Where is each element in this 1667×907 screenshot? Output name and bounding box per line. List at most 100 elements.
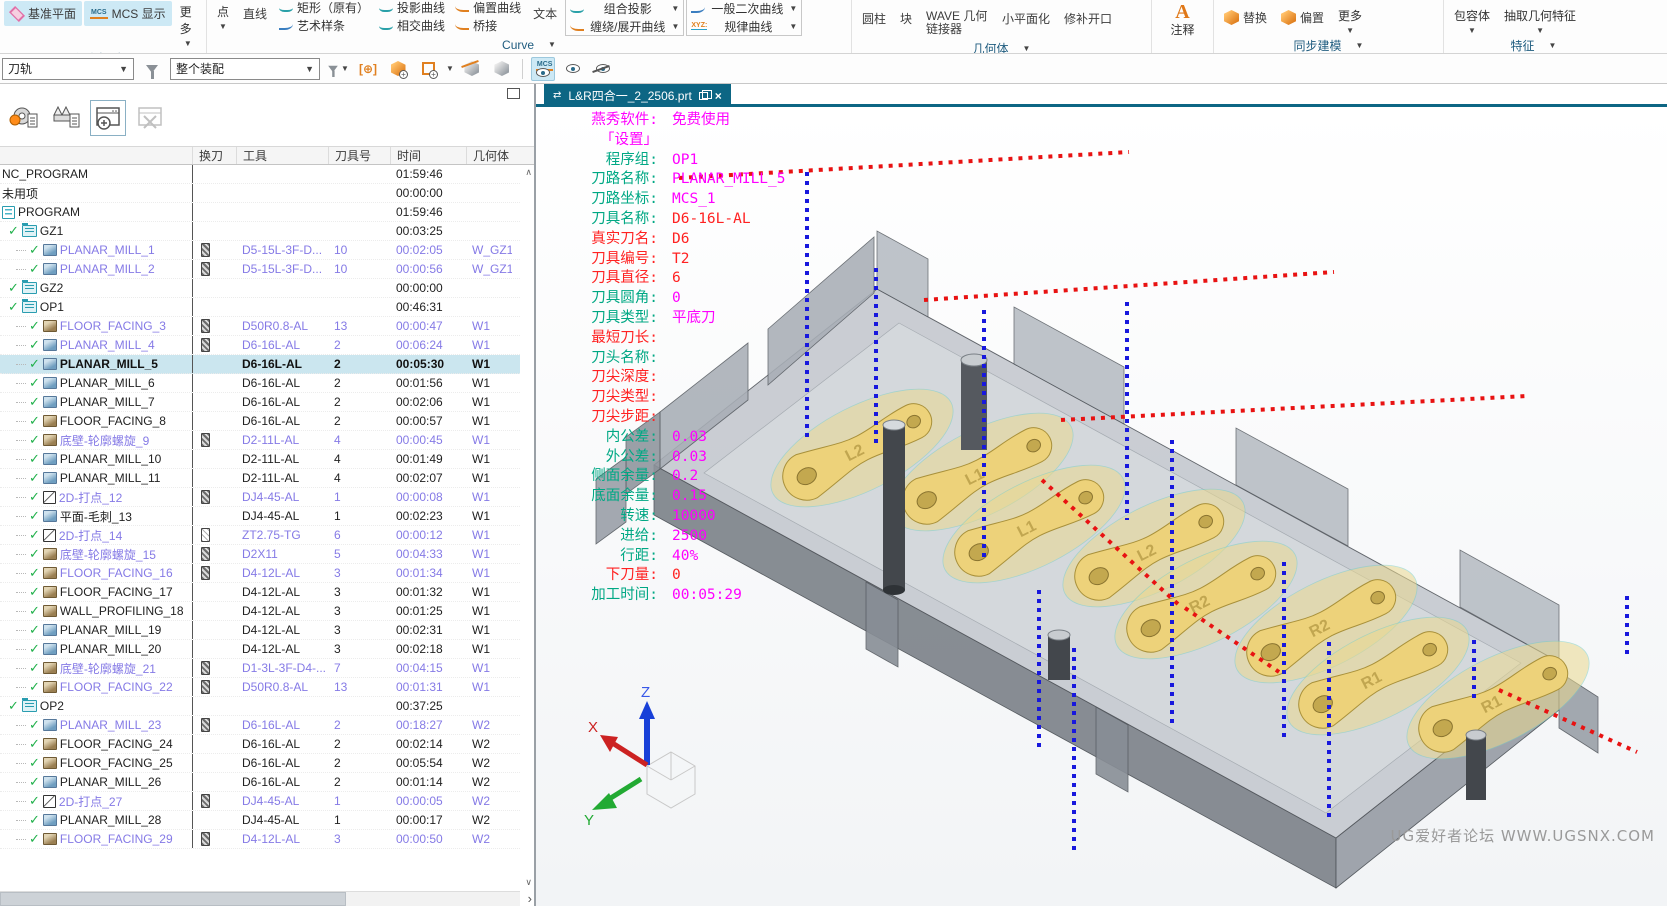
law-curve-button[interactable]: XYZ: 规律曲线 ▼: [687, 17, 801, 35]
row-name-cell[interactable]: ✓2D-打点_14: [0, 526, 192, 544]
conic-button[interactable]: 一般二次曲线 ▼: [687, 0, 801, 17]
extract-geometry-button[interactable]: 抽取几何特征 ▼: [1498, 5, 1582, 37]
row-name-cell[interactable]: ✓PLANAR_MILL_20: [0, 640, 192, 658]
table-row[interactable]: 未用项00:00:00: [0, 184, 520, 203]
geometry-view-button[interactable]: [48, 100, 84, 136]
row-name-cell[interactable]: ✓底壁-轮廓螺旋_15: [0, 545, 192, 563]
row-name-cell[interactable]: ✓PLANAR_MILL_23: [0, 716, 192, 734]
facet-button[interactable]: 小平面化: [996, 6, 1056, 31]
project-curve-button[interactable]: 投影曲线: [375, 0, 449, 16]
table-row[interactable]: ✓PLANAR_MILL_26D6-16L-AL200:01:14W2: [0, 773, 520, 792]
art-spline-button[interactable]: 艺术样条: [275, 16, 373, 34]
chevron-down-icon[interactable]: ▼: [446, 64, 454, 73]
fit-view-button[interactable]: [⊕]: [356, 57, 380, 81]
filter-reset-button[interactable]: [140, 57, 164, 81]
hide-toolpath-button[interactable]: [591, 57, 615, 81]
row-name-cell[interactable]: ✓OP2: [0, 697, 192, 715]
table-row[interactable]: ✓PLANAR_MILL_2D5-15L-3F-D...1000:00:56W_…: [0, 260, 520, 279]
row-name-cell[interactable]: ✓GZ1: [0, 222, 192, 240]
patch-opening-button[interactable]: 修补开口: [1058, 6, 1118, 31]
float-panel-button[interactable]: [507, 88, 520, 99]
annotation-button[interactable]: A 注释: [1164, 1, 1200, 40]
row-name-cell[interactable]: PROGRAM: [0, 203, 192, 221]
table-row[interactable]: ✓PLANAR_MILL_11D2-11L-AL400:02:07W1: [0, 469, 520, 488]
close-icon[interactable]: ×: [715, 91, 722, 101]
row-name-cell[interactable]: ✓平面-毛刺_13: [0, 507, 192, 525]
offset-region-button[interactable]: 偏置: [1275, 5, 1330, 30]
horizontal-scrollbar[interactable]: [0, 891, 520, 906]
intersect-curve-button[interactable]: 相交曲线: [375, 16, 449, 34]
table-row[interactable]: ✓OP200:37:25: [0, 697, 520, 716]
cylinder-button[interactable]: 圆柱: [856, 6, 892, 31]
bounding-body-button[interactable]: 包容体 ▼: [1448, 5, 1496, 37]
bridge-curve-button[interactable]: 桥接: [451, 16, 525, 34]
row-name-cell[interactable]: ✓FLOOR_FACING_16: [0, 564, 192, 582]
row-name-cell[interactable]: ✓PLANAR_MILL_10: [0, 450, 192, 468]
block-button[interactable]: 块: [894, 6, 918, 31]
wrap-curve-button[interactable]: 缠绕/展开曲线 ▼: [566, 17, 683, 35]
combined-projection-button[interactable]: 组合投影 ▼: [566, 0, 683, 17]
table-row[interactable]: ✓FLOOR_FACING_3D50R0.8-AL1300:00:47W1: [0, 317, 520, 336]
table-row[interactable]: ✓FLOOR_FACING_25D6-16L-AL200:05:54W2: [0, 754, 520, 773]
wave-linker-button[interactable]: WAVE 几何链接器: [920, 6, 994, 40]
chevron-down-icon[interactable]: ▼: [671, 22, 679, 31]
table-row[interactable]: ✓OP100:46:31: [0, 298, 520, 317]
table-row[interactable]: NC_PROGRAM01:59:46: [0, 165, 520, 184]
table-row[interactable]: ✓2D-打点_14ZT2.75-TG600:00:12W1: [0, 526, 520, 545]
table-row[interactable]: ✓PLANAR_MILL_1D5-15L-3F-D...1000:02:05W_…: [0, 241, 520, 260]
table-row[interactable]: ✓PLANAR_MILL_6D6-16L-AL200:01:56W1: [0, 374, 520, 393]
scrollbar-thumb[interactable]: [0, 892, 346, 906]
table-row[interactable]: ✓FLOOR_FACING_8D6-16L-AL200:00:57W1: [0, 412, 520, 431]
row-name-cell[interactable]: ✓2D-打点_27: [0, 792, 192, 810]
datum-plane-button[interactable]: 基准平面: [4, 1, 82, 26]
row-name-cell[interactable]: NC_PROGRAM: [0, 165, 192, 183]
show-2d-workpiece-button[interactable]: +: [416, 57, 440, 81]
table-row[interactable]: ✓PLANAR_MILL_23D6-16L-AL200:18:27W2: [0, 716, 520, 735]
row-name-cell[interactable]: ✓OP1: [0, 298, 192, 316]
sync-more-button[interactable]: 更多 ▼: [1332, 5, 1368, 37]
table-row[interactable]: ✓底壁-轮廓螺旋_15D2X11500:04:33W1: [0, 545, 520, 564]
table-row[interactable]: ✓GZ200:00:00: [0, 279, 520, 298]
part-tab[interactable]: ⇄ L&R四合一_2_2506.prt ×: [544, 84, 731, 107]
show-workpiece-button[interactable]: +: [386, 57, 410, 81]
row-name-cell[interactable]: ✓GZ2: [0, 279, 192, 297]
row-name-cell[interactable]: ✓2D-打点_12: [0, 488, 192, 506]
toolpath-combo[interactable]: 刀轨▼: [2, 58, 134, 80]
table-row[interactable]: ✓PLANAR_MILL_10D2-11L-AL400:01:49W1: [0, 450, 520, 469]
chevron-down-icon[interactable]: ▼: [789, 4, 797, 13]
table-row[interactable]: ✓FLOOR_FACING_22D50R0.8-AL1300:01:31W1: [0, 678, 520, 697]
assembly-scope-combo[interactable]: 整个装配▼: [170, 58, 320, 80]
row-name-cell[interactable]: ✓PLANAR_MILL_1: [0, 241, 192, 259]
table-header[interactable]: 换刀 工具 刀具号 时间 几何体: [0, 146, 534, 165]
table-row[interactable]: ✓PLANAR_MILL_28DJ4-45-AL100:00:17W2: [0, 811, 520, 830]
row-name-cell[interactable]: ✓PLANAR_MILL_5: [0, 355, 192, 373]
section-view-button[interactable]: [460, 57, 484, 81]
wcs-more-button[interactable]: 更多 ▼: [174, 1, 202, 50]
row-name-cell[interactable]: ✓PLANAR_MILL_11: [0, 469, 192, 487]
row-name-cell[interactable]: 未用项: [0, 184, 192, 202]
scroll-up-icon[interactable]: ∧: [525, 167, 532, 178]
show-mcs-button[interactable]: MCS: [531, 57, 555, 81]
row-name-cell[interactable]: ✓PLANAR_MILL_26: [0, 773, 192, 791]
rectangle-button[interactable]: 矩形（原有）: [275, 0, 373, 16]
table-row[interactable]: ✓PLANAR_MILL_4D6-16L-AL200:06:24W1: [0, 336, 520, 355]
row-name-cell[interactable]: ✓FLOOR_FACING_29: [0, 830, 192, 848]
row-name-cell[interactable]: ✓PLANAR_MILL_2: [0, 260, 192, 278]
table-row[interactable]: ✓PLANAR_MILL_7D6-16L-AL200:02:06W1: [0, 393, 520, 412]
chevron-down-icon[interactable]: ▼: [671, 4, 679, 13]
row-name-cell[interactable]: ✓FLOOR_FACING_25: [0, 754, 192, 772]
row-name-cell[interactable]: ✓WALL_PROFILING_18: [0, 602, 192, 620]
table-row[interactable]: ✓PLANAR_MILL_20D4-12L-AL300:02:18W1: [0, 640, 520, 659]
replace-face-button[interactable]: 替换: [1218, 5, 1273, 30]
row-name-cell[interactable]: ✓FLOOR_FACING_17: [0, 583, 192, 601]
chevron-down-icon[interactable]: ▼: [789, 22, 797, 31]
row-name-cell[interactable]: ✓FLOOR_FACING_22: [0, 678, 192, 696]
restore-window-icon[interactable]: [699, 92, 708, 100]
mcs-display-button[interactable]: MCS MCS 显示: [84, 1, 172, 26]
row-name-cell[interactable]: ✓PLANAR_MILL_7: [0, 393, 192, 411]
row-name-cell[interactable]: ✓FLOOR_FACING_24: [0, 735, 192, 753]
table-row[interactable]: ✓FLOOR_FACING_17D4-12L-AL300:01:32W1: [0, 583, 520, 602]
row-name-cell[interactable]: ✓PLANAR_MILL_4: [0, 336, 192, 354]
row-name-cell[interactable]: ✓PLANAR_MILL_6: [0, 374, 192, 392]
offset-curve-button[interactable]: 偏置曲线: [451, 0, 525, 16]
